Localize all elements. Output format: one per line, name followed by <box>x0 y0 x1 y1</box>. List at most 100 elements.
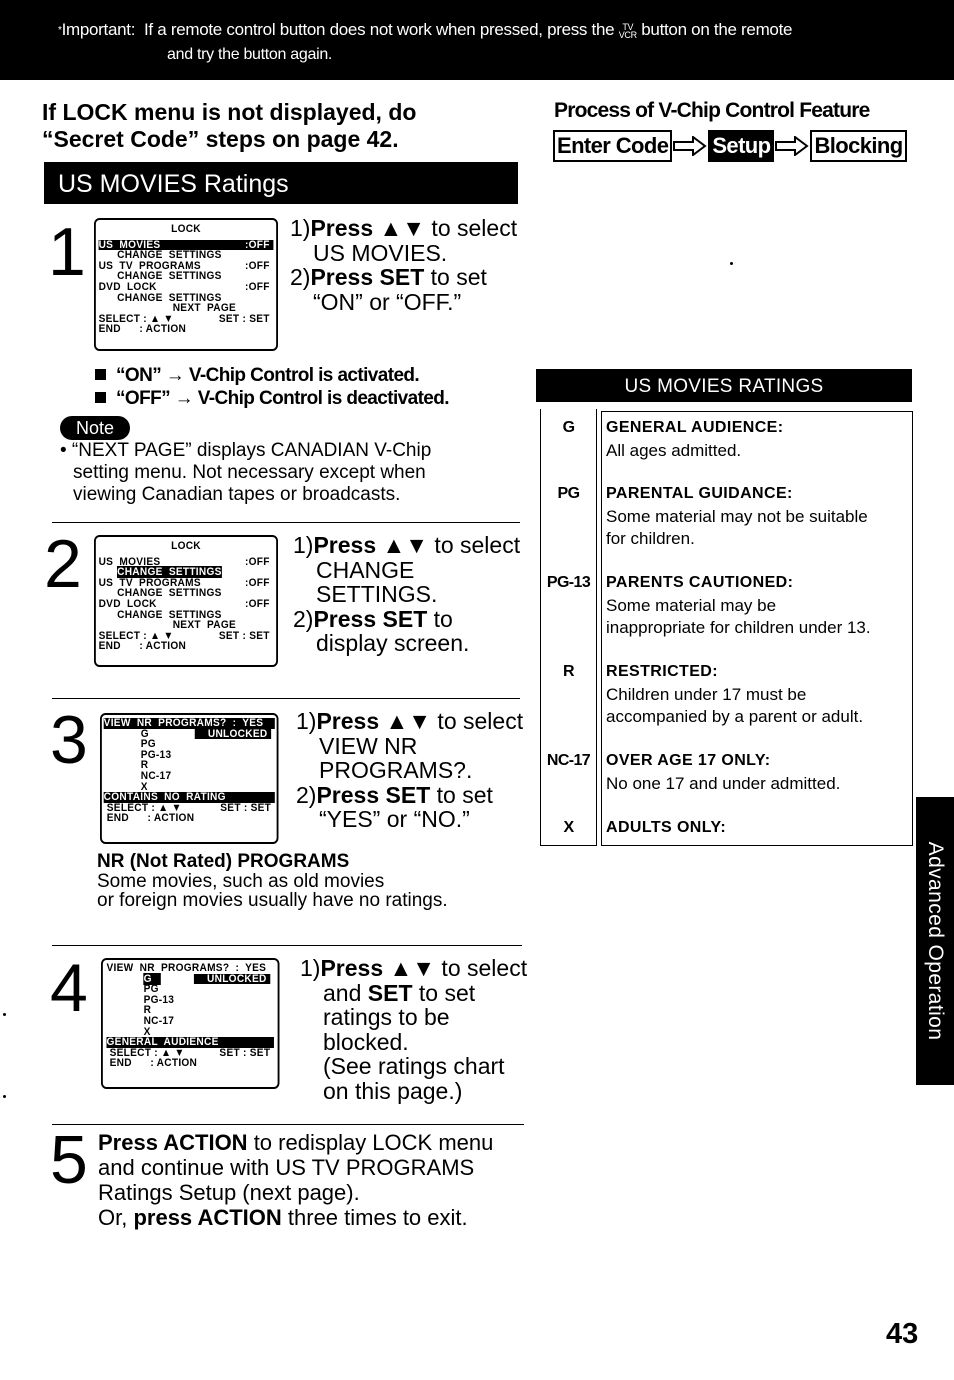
square-bullet-icon <box>95 369 106 380</box>
divider <box>52 698 520 699</box>
osd-row-value: SET : SET <box>218 629 270 642</box>
process-title: Process of V-Chip Control Feature <box>554 99 870 122</box>
process-step-setup: Setup <box>708 130 775 162</box>
osd-row-value: :OFF <box>245 280 270 293</box>
rating-entry: RESTRICTED: Children under 17 must be acco… <box>606 661 912 729</box>
rating-code: PG-13 <box>546 574 591 591</box>
important-label: Important: <box>61 20 136 39</box>
rating-description: accompanied by a parent or adult. <box>606 707 864 726</box>
warning-line-1: If LOCK menu is not displayed, do <box>42 99 417 125</box>
rating-code: X <box>563 819 574 836</box>
arrow-right-icon <box>775 136 810 156</box>
nr-programs-note: NR (Not Rated) PROGRAMS Some movies, suc… <box>97 851 448 911</box>
rating-description: All ages admitted. <box>606 440 742 460</box>
square-bullet-icon <box>95 392 106 403</box>
important-banner: *Important: If a remote control button d… <box>0 0 954 80</box>
divider <box>52 945 522 946</box>
osd-row: END : ACTION <box>99 324 274 335</box>
rating-entry: PARENTAL GUIDANCE: Some material may not … <box>606 483 912 551</box>
osd-row-value: :OFF <box>245 576 270 589</box>
osd-row-value: SET : SET <box>220 801 272 814</box>
important-line-2: and try the button again. <box>167 46 333 63</box>
rating-code: PG <box>557 485 581 502</box>
process-step-enter-code: Enter Code <box>553 130 673 162</box>
rating-description: inappropriate for children under 13. <box>606 618 871 637</box>
osd-row: END : ACTION <box>104 813 275 824</box>
tv-vcr-button-icon: TV VCR <box>618 21 637 40</box>
bullet-on: “ON” → V-Chip Control is activated. <box>95 364 449 387</box>
osd-ratings-menu: VIEW NR PROGRAMS? : YES G UNLOCKED PG PG… <box>101 958 280 1089</box>
process-step-blocking: Blocking <box>810 130 907 162</box>
osd-row-value: UNLOCKED <box>194 973 271 985</box>
side-tab-label: Advanced Operation <box>924 841 947 1041</box>
osd-row-label: END : ACTION <box>103 812 195 825</box>
step-5-instructions: Press ACTION to redisplay LOCK menu and … <box>98 1130 494 1230</box>
osd-row-label: END : ACTION <box>106 1057 198 1070</box>
scan-dot <box>730 262 733 265</box>
step-number: 1 <box>48 214 86 290</box>
osd-title: LOCK <box>171 540 201 552</box>
osd-row: END : ACTION <box>99 641 274 652</box>
osd-row-label: END : ACTION <box>98 640 187 653</box>
osd-title: LOCK <box>171 223 201 235</box>
osd-row: END : ACTION <box>107 1058 274 1069</box>
rating-entry: PARENTS CAUTIONED: Some material may be in… <box>606 572 912 640</box>
section-side-tab: Advanced Operation <box>916 797 954 1085</box>
arrow-right-icon <box>673 136 708 156</box>
osd-lock-menu: LOCK US MOVIES:OFF CHANGE SETTINGS US TV … <box>94 218 278 351</box>
rating-entry: ADULTS ONLY: <box>606 817 912 840</box>
rating-description: Some material may not be suitable <box>606 506 868 526</box>
important-line-1: *Important: If a remote control button d… <box>58 20 793 40</box>
osd-row-value: SET : SET <box>219 1046 271 1059</box>
bullet-off: “OFF” → V-Chip Control is deactivated. <box>95 387 450 410</box>
lock-menu-warning: If LOCK menu is not displayed, do “Secre… <box>42 99 522 153</box>
step-3-instructions: 1)Press ▲▼ to select VIEW NR PROGRAMS?. … <box>296 708 524 832</box>
important-text-2: button on the remote <box>641 20 793 39</box>
osd-row-value: :OFF <box>245 259 270 272</box>
osd-view-nr-menu: VIEW NR PROGRAMS? : YES G UNLOCKED PG PG-… <box>100 713 279 844</box>
step-number: 2 <box>44 526 82 602</box>
section-title: US MOVIES Ratings <box>44 162 518 204</box>
osd-lock-menu: LOCK US MOVIES:OFF CHANGE SETTINGS US TV … <box>94 535 278 667</box>
process-flow: Enter Code Setup Blocking <box>553 130 907 162</box>
rating-code: R <box>563 663 575 680</box>
note-badge: Note <box>60 416 130 440</box>
divider <box>52 1124 524 1125</box>
step-4-instructions: 1)Press ▲▼ to select and SET to set rati… <box>300 955 528 1104</box>
warning-line-2: “Secret Code” steps on page 42. <box>42 126 399 152</box>
note-text: • “NEXT PAGE” displays CANADIAN V-Chip s… <box>60 440 432 505</box>
step-number: 5 <box>50 1122 88 1198</box>
rating-description: Some material may be <box>606 595 777 615</box>
ratings-table: G GENERAL AUDIENCE: All ages admitted. PG PA… <box>540 409 913 846</box>
step-number: 3 <box>50 702 88 778</box>
rating-title: GENERAL AUDIENCE: <box>606 419 784 436</box>
scan-dot <box>3 1095 6 1098</box>
rating-title: ADULTS ONLY: <box>606 819 727 836</box>
rating-title: RESTRICTED: <box>606 663 718 680</box>
rating-entry: OVER AGE 17 ONLY: No one 17 and under adm… <box>606 750 912 795</box>
important-text: If a remote control button does not work… <box>144 20 615 39</box>
rating-description: Children under 17 must be <box>606 684 807 704</box>
rating-description: No one 17 and under admitted. <box>606 773 841 793</box>
ratings-table-title: US MOVIES RATINGS <box>536 369 912 402</box>
scan-dot <box>3 1013 6 1016</box>
page-number: 43 <box>886 1318 919 1350</box>
step-1-instructions: 1)Press ▲▼ to select US MOVIES. 2)Press … <box>290 215 518 315</box>
rating-code: NC-17 <box>546 752 591 769</box>
osd-row-value: :OFF <box>245 238 270 251</box>
rating-title: OVER AGE 17 ONLY: <box>606 752 771 769</box>
osd-row-value: UNLOCKED <box>195 728 272 740</box>
osd-row-value: :OFF <box>245 597 270 610</box>
ratings-code-column <box>540 409 597 846</box>
rating-description: for children. <box>606 529 695 548</box>
step-2-instructions: 1)Press ▲▼ to select CHANGE SETTINGS. 2)… <box>293 532 521 656</box>
divider <box>52 522 520 523</box>
osd-row-value: :OFF <box>245 555 270 568</box>
nr-title: NR (Not Rated) PROGRAMS <box>97 851 350 872</box>
on-off-bullets: “ON” → V-Chip Control is activated. “OFF… <box>95 364 450 410</box>
rating-code: G <box>562 419 575 436</box>
step-number: 4 <box>50 950 88 1026</box>
rating-entry: GENERAL AUDIENCE: All ages admitted. <box>606 417 912 462</box>
osd-row-label: END : ACTION <box>98 323 187 336</box>
rating-title: PARENTS CAUTIONED: <box>606 574 794 591</box>
